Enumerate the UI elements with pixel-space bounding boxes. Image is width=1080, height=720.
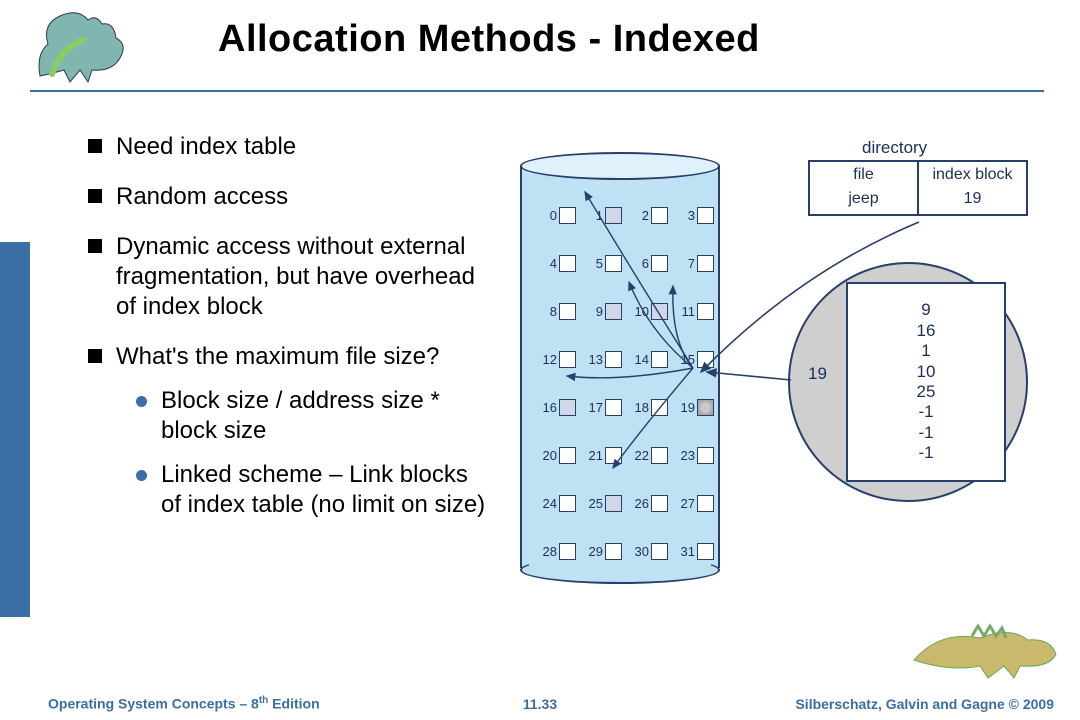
dir-value: 19 [919,188,1026,214]
bullet-list: Need index table Random access Dynamic a… [88,132,488,612]
disk-block: 9 [578,288,622,334]
directory-label: directory [862,138,927,158]
sub-bullet-item: Block size / address size * block size [136,386,488,446]
index-entry: 10 [917,362,936,382]
dinosaur-bottom-icon [910,620,1060,680]
footer-left: Operating System Concepts – 8th Edition [48,695,320,712]
index-entry: -1 [918,443,933,463]
square-bullet-icon [88,189,102,203]
disk-block: 21 [578,432,622,478]
index-entry: 25 [917,382,936,402]
disk-cylinder: 0123456789101112131415161718192021222324… [520,152,720,582]
index-entry: 9 [921,300,930,320]
directory-table: file index block jeep 19 [808,160,1028,216]
disk-block: 13 [578,336,622,382]
dir-header: index block [919,162,1026,188]
slide-header: Allocation Methods - Indexed [30,0,1044,92]
disk-block: 16 [532,384,576,430]
index-block-number: 19 [808,364,827,384]
disk-block: 8 [532,288,576,334]
disk-block: 22 [624,432,668,478]
disk-block: 7 [670,240,714,286]
disk-block: 30 [624,528,668,574]
round-bullet-icon [136,396,147,407]
index-table: 91611025-1-1-1 [846,282,1006,482]
disk-block: 14 [624,336,668,382]
disk-block: 23 [670,432,714,478]
disk-block: 25 [578,480,622,526]
dir-value: jeep [810,188,919,214]
disk-block: 3 [670,192,714,238]
dinosaur-top-icon [30,4,140,84]
sub-bullet-item: Linked scheme – Link blocks of index tab… [136,460,488,520]
dir-header: file [810,162,919,188]
disk-block: 2 [624,192,668,238]
bullet-item: Dynamic access without external fragment… [88,232,488,322]
disk-block: 29 [578,528,622,574]
disk-block: 11 [670,288,714,334]
content-area: Need index table Random access Dynamic a… [0,92,1080,612]
disk-block: 10 [624,288,668,334]
page-title: Allocation Methods - Indexed [218,18,760,61]
disk-block: 19 [670,384,714,430]
disk-block: 24 [532,480,576,526]
footer-page-number: 11.33 [523,696,557,712]
disk-block: 20 [532,432,576,478]
slide-footer: Operating System Concepts – 8th Edition … [0,695,1080,712]
diagram-figure: 0123456789101112131415161718192021222324… [498,132,1060,612]
sidebar-stripe [0,242,30,617]
disk-block: 27 [670,480,714,526]
disk-block: 17 [578,384,622,430]
disk-block: 5 [578,240,622,286]
disk-block: 18 [624,384,668,430]
disk-block: 26 [624,480,668,526]
disk-block: 28 [532,528,576,574]
index-entry: -1 [918,402,933,422]
index-entry: -1 [918,423,933,443]
bullet-item: What's the maximum file size? Block size… [88,342,488,520]
disk-block: 12 [532,336,576,382]
disk-block: 4 [532,240,576,286]
disk-block: 15 [670,336,714,382]
bullet-item: Need index table [88,132,488,162]
disk-block: 6 [624,240,668,286]
square-bullet-icon [88,239,102,253]
square-bullet-icon [88,139,102,153]
round-bullet-icon [136,470,147,481]
disk-block: 31 [670,528,714,574]
disk-block: 1 [578,192,622,238]
index-entry: 1 [921,341,930,361]
disk-block: 0 [532,192,576,238]
footer-right: Silberschatz, Galvin and Gagne © 2009 [795,696,1054,712]
bullet-item: Random access [88,182,488,212]
square-bullet-icon [88,349,102,363]
index-entry: 16 [917,321,936,341]
